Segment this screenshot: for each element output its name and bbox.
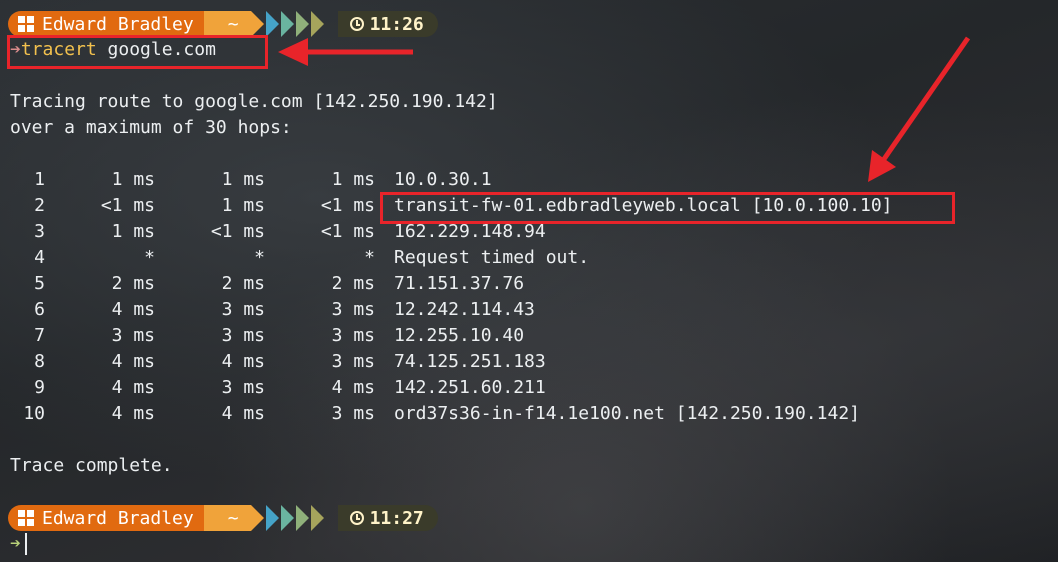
hop-rtt-2: 4 ms bbox=[221, 351, 265, 372]
hop-number: 6 bbox=[34, 299, 45, 320]
prompt-time-segment: 11:26 bbox=[337, 11, 438, 37]
input-line[interactable]: ➔ bbox=[10, 531, 27, 557]
hop-rtt-3: 1 ms bbox=[331, 169, 375, 190]
hop-rtt-3: 3 ms bbox=[331, 325, 375, 346]
prompt-user-segment: Edward Bradley bbox=[8, 11, 217, 37]
hop-rtt-2: * bbox=[254, 247, 265, 268]
annotation-box-hop-2 bbox=[380, 192, 955, 224]
hop-number: 9 bbox=[34, 377, 45, 398]
hop-host: 12.255.10.40 bbox=[394, 325, 525, 346]
hop-number: 4 bbox=[34, 247, 45, 268]
prompt-user-segment: Edward Bradley bbox=[8, 505, 217, 531]
hop-rtt-3: <1 ms bbox=[320, 195, 375, 216]
hop-rtt-2: 3 ms bbox=[221, 299, 265, 320]
hop-number: 5 bbox=[34, 273, 45, 294]
chevron-icon bbox=[310, 505, 324, 531]
prompt-bar: Edward Bradley ~ 11:27 bbox=[8, 505, 438, 531]
prompt-dir: ~ bbox=[227, 13, 239, 35]
chevron-icon bbox=[295, 505, 309, 531]
hop-rtt-3: 2 ms bbox=[331, 273, 375, 294]
hop-number: 7 bbox=[34, 325, 45, 346]
hop-host: Request timed out. bbox=[394, 247, 590, 268]
terminal-window[interactable]: Edward Bradley ~ 11:26 ➔tracert google.c… bbox=[0, 0, 1058, 562]
hop-rtt-1: * bbox=[144, 247, 155, 268]
hop-number: 8 bbox=[34, 351, 45, 372]
hop-rtt-1: 4 ms bbox=[111, 403, 155, 424]
chevron-icon bbox=[310, 11, 324, 37]
hop-rtt-2: 1 ms bbox=[221, 195, 265, 216]
hop-rtt-1: 4 ms bbox=[111, 377, 155, 398]
hop-rtt-1: 3 ms bbox=[111, 325, 155, 346]
annotation-arrow-left bbox=[278, 38, 413, 66]
prompt-time-segment: 11:27 bbox=[337, 505, 438, 531]
clock-icon bbox=[349, 511, 364, 525]
hop-rtt-1: 1 ms bbox=[111, 169, 155, 190]
windows-logo-icon bbox=[18, 16, 34, 32]
prompt-arrow-icon: ➔ bbox=[10, 533, 21, 554]
hop-rtt-3: 3 ms bbox=[331, 351, 375, 372]
hop-rtt-3: * bbox=[364, 247, 375, 268]
hop-rtt-3: 4 ms bbox=[331, 377, 375, 398]
chevron-icon bbox=[280, 505, 294, 531]
hop-number: 10 bbox=[23, 403, 45, 424]
prompt-user: Edward Bradley bbox=[42, 507, 194, 529]
text-cursor bbox=[24, 533, 27, 555]
prompt-dir: ~ bbox=[227, 507, 239, 529]
hop-rtt-2: 3 ms bbox=[221, 377, 265, 398]
hop-number: 2 bbox=[34, 195, 45, 216]
hop-rtt-3: <1 ms bbox=[320, 221, 375, 242]
output-footer: Trace complete. bbox=[10, 455, 173, 476]
hop-rtt-1: <1 ms bbox=[100, 195, 155, 216]
prompt-bar: Edward Bradley ~ 11:26 bbox=[8, 11, 438, 37]
hop-rtt-3: 3 ms bbox=[331, 299, 375, 320]
hop-host: 12.242.114.43 bbox=[394, 299, 535, 320]
hop-rtt-2: 2 ms bbox=[221, 273, 265, 294]
annotation-arrow-down bbox=[868, 36, 971, 182]
hop-rtt-1: 2 ms bbox=[111, 273, 155, 294]
hop-host: ord37s36-in-f14.1e100.net [142.250.190.1… bbox=[394, 403, 860, 424]
hop-rtt-2: <1 ms bbox=[210, 221, 265, 242]
hop-host: 10.0.30.1 bbox=[394, 169, 492, 190]
chevron-icon bbox=[280, 11, 294, 37]
prompt-time: 11:26 bbox=[369, 13, 424, 35]
hop-rtt-3: 3 ms bbox=[331, 403, 375, 424]
hop-rtt-2: 1 ms bbox=[221, 169, 265, 190]
hop-host: 142.251.60.211 bbox=[394, 377, 546, 398]
prompt-time: 11:27 bbox=[369, 507, 424, 529]
output-header: Tracing route to google.com [142.250.190… bbox=[10, 91, 498, 112]
annotation-box-command bbox=[7, 35, 268, 69]
hop-host: 74.125.251.183 bbox=[394, 351, 546, 372]
hop-number: 1 bbox=[34, 169, 45, 190]
hop-host: 71.151.37.76 bbox=[394, 273, 525, 294]
hop-rtt-2: 3 ms bbox=[221, 325, 265, 346]
prompt-dir-segment: ~ bbox=[203, 11, 264, 37]
hop-rtt-1: 1 ms bbox=[111, 221, 155, 242]
hop-number: 3 bbox=[34, 221, 45, 242]
hop-rtt-2: 4 ms bbox=[221, 403, 265, 424]
prompt-user: Edward Bradley bbox=[42, 13, 194, 35]
prompt-dir-segment: ~ bbox=[203, 505, 264, 531]
chevron-icon bbox=[265, 505, 279, 531]
windows-logo-icon bbox=[18, 510, 34, 526]
clock-icon bbox=[349, 17, 364, 31]
hop-rtt-1: 4 ms bbox=[111, 299, 155, 320]
chevron-icon bbox=[265, 11, 279, 37]
chevron-icon bbox=[295, 11, 309, 37]
hop-rtt-1: 4 ms bbox=[111, 351, 155, 372]
output-header: over a maximum of 30 hops: bbox=[10, 117, 292, 138]
